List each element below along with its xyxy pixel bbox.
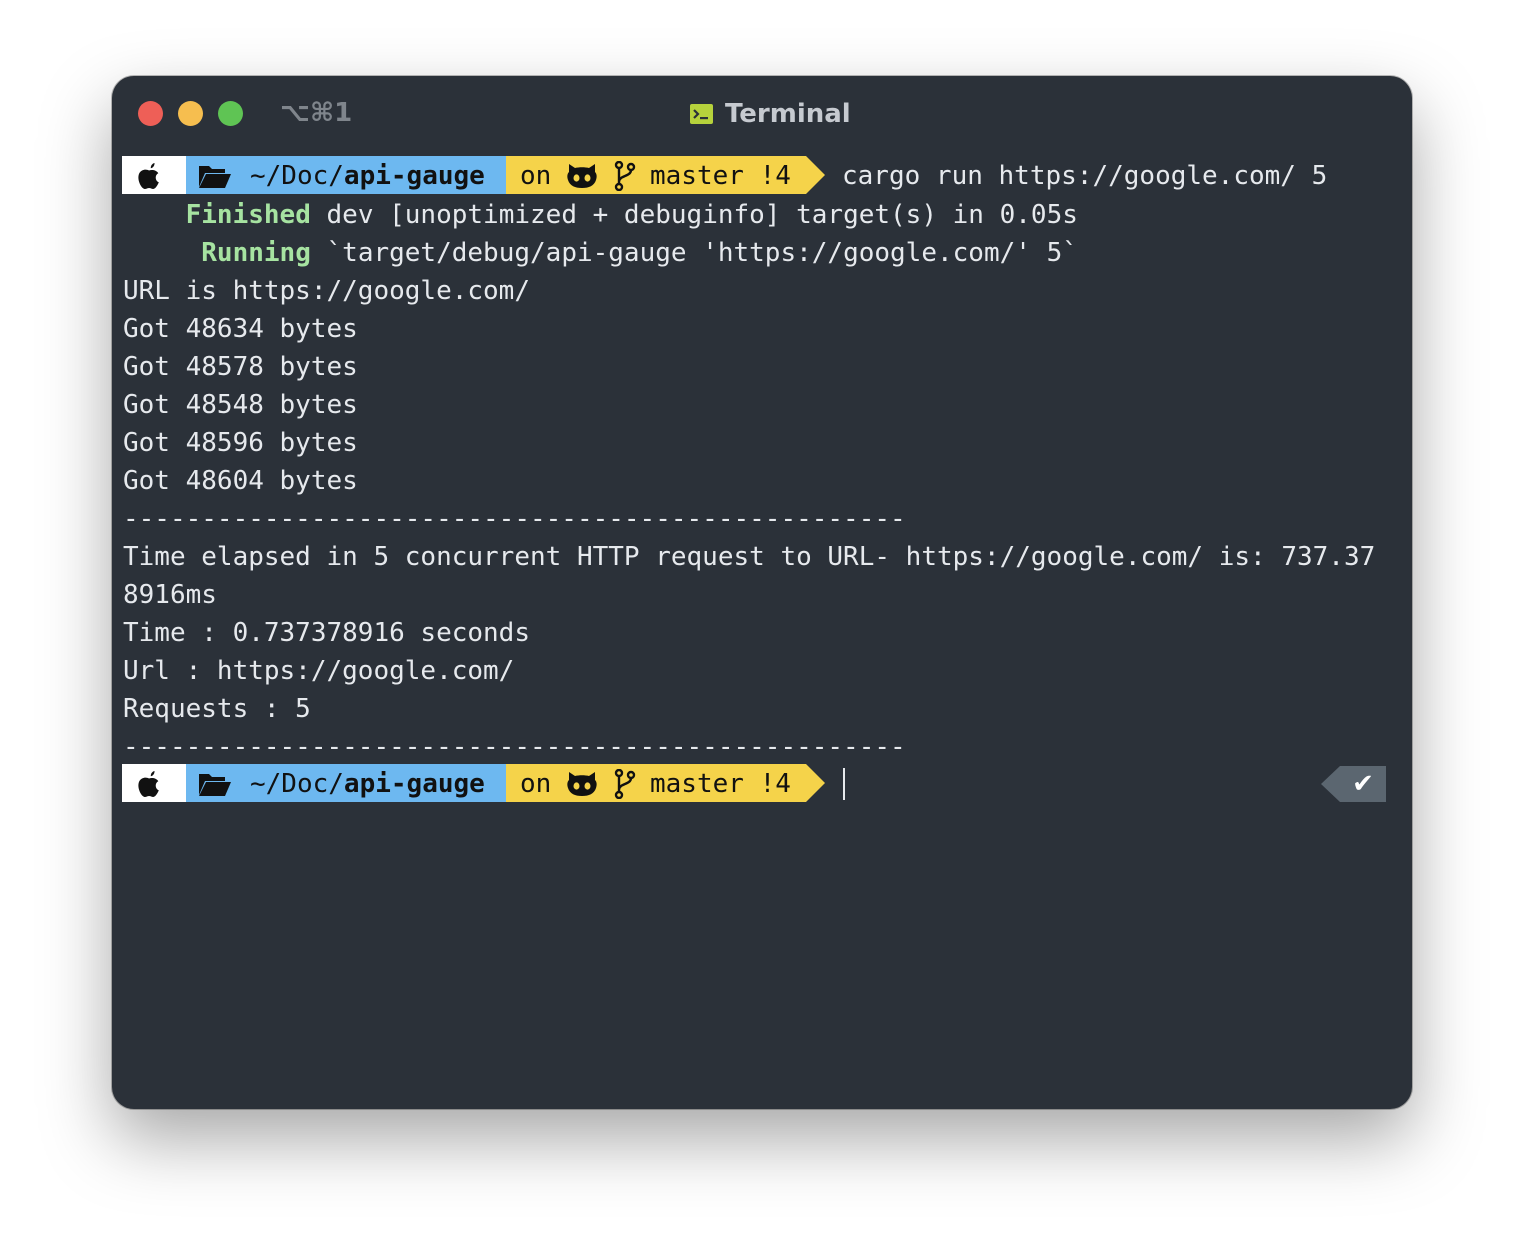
github-icon (567, 164, 597, 188)
output-line: Time elapsed in 5 concurrent HTTP reques… (123, 542, 1376, 572)
terminal-icon (690, 104, 713, 124)
folder-open-icon (199, 166, 231, 188)
minimize-button[interactable] (178, 101, 203, 126)
git-branch-icon (614, 769, 636, 799)
apple-icon (138, 771, 159, 798)
git-segment: on master !4 (506, 156, 806, 194)
last-command-status: ✔ (1321, 766, 1386, 802)
output-line: URL is https://google.com/ (123, 276, 530, 306)
success-check-icon: ✔ (1340, 766, 1386, 802)
os-segment (122, 156, 186, 194)
cargo-finished-line: Finished dev [unoptimized + debuginfo] t… (185, 200, 1078, 230)
os-segment (122, 764, 186, 802)
status-arrow (1321, 766, 1340, 802)
git-branch-icon (614, 161, 636, 191)
cargo-running-line: Running `target/debug/api-gauge 'https:/… (201, 238, 1078, 268)
prompt-arrow (806, 156, 825, 194)
close-button[interactable] (138, 101, 163, 126)
directory-segment: ~/Doc/api-gauge (186, 156, 506, 194)
git-on-label: on (520, 769, 552, 799)
directory-path: ~/Doc/api-gauge (250, 769, 485, 799)
window-title-group: Terminal (690, 98, 851, 130)
folder-open-icon (199, 774, 231, 796)
output-line: Got 48604 bytes (123, 466, 358, 496)
output-line: Got 48634 bytes (123, 314, 358, 344)
output-line: Url : https://google.com/ (123, 656, 515, 686)
directory-segment: ~/Doc/api-gauge (186, 764, 506, 802)
output-line: Got 48548 bytes (123, 390, 358, 420)
title-bar[interactable]: ⌥⌘1 Terminal (112, 76, 1412, 148)
output-line: 8916ms (123, 580, 217, 610)
zoom-button[interactable] (218, 101, 243, 126)
output-line: Time : 0.737378916 seconds (123, 618, 530, 648)
github-icon (567, 772, 597, 796)
git-branch-label: master !4 (650, 769, 791, 799)
output-line: Requests : 5 (123, 694, 311, 724)
apple-icon (138, 163, 159, 190)
command-text: cargo run https://google.com/ 5 (842, 161, 1328, 191)
window-shortcut: ⌥⌘1 (280, 98, 353, 128)
output-line: Got 48578 bytes (123, 352, 358, 382)
git-on-label: on (520, 161, 552, 191)
git-branch-label: master !4 (650, 161, 791, 191)
output-line: Got 48596 bytes (123, 428, 358, 458)
output-divider: ----------------------------------------… (123, 504, 906, 534)
git-segment: on master !4 (506, 764, 806, 802)
output-divider: ----------------------------------------… (123, 732, 906, 762)
window-title: Terminal (725, 99, 851, 129)
terminal-window[interactable]: ⌥⌘1 Terminal ~/Doc/api-gauge on master !… (112, 76, 1412, 1109)
prompt-arrow (806, 764, 825, 802)
text-cursor[interactable] (843, 768, 845, 800)
directory-path: ~/Doc/api-gauge (250, 161, 485, 191)
